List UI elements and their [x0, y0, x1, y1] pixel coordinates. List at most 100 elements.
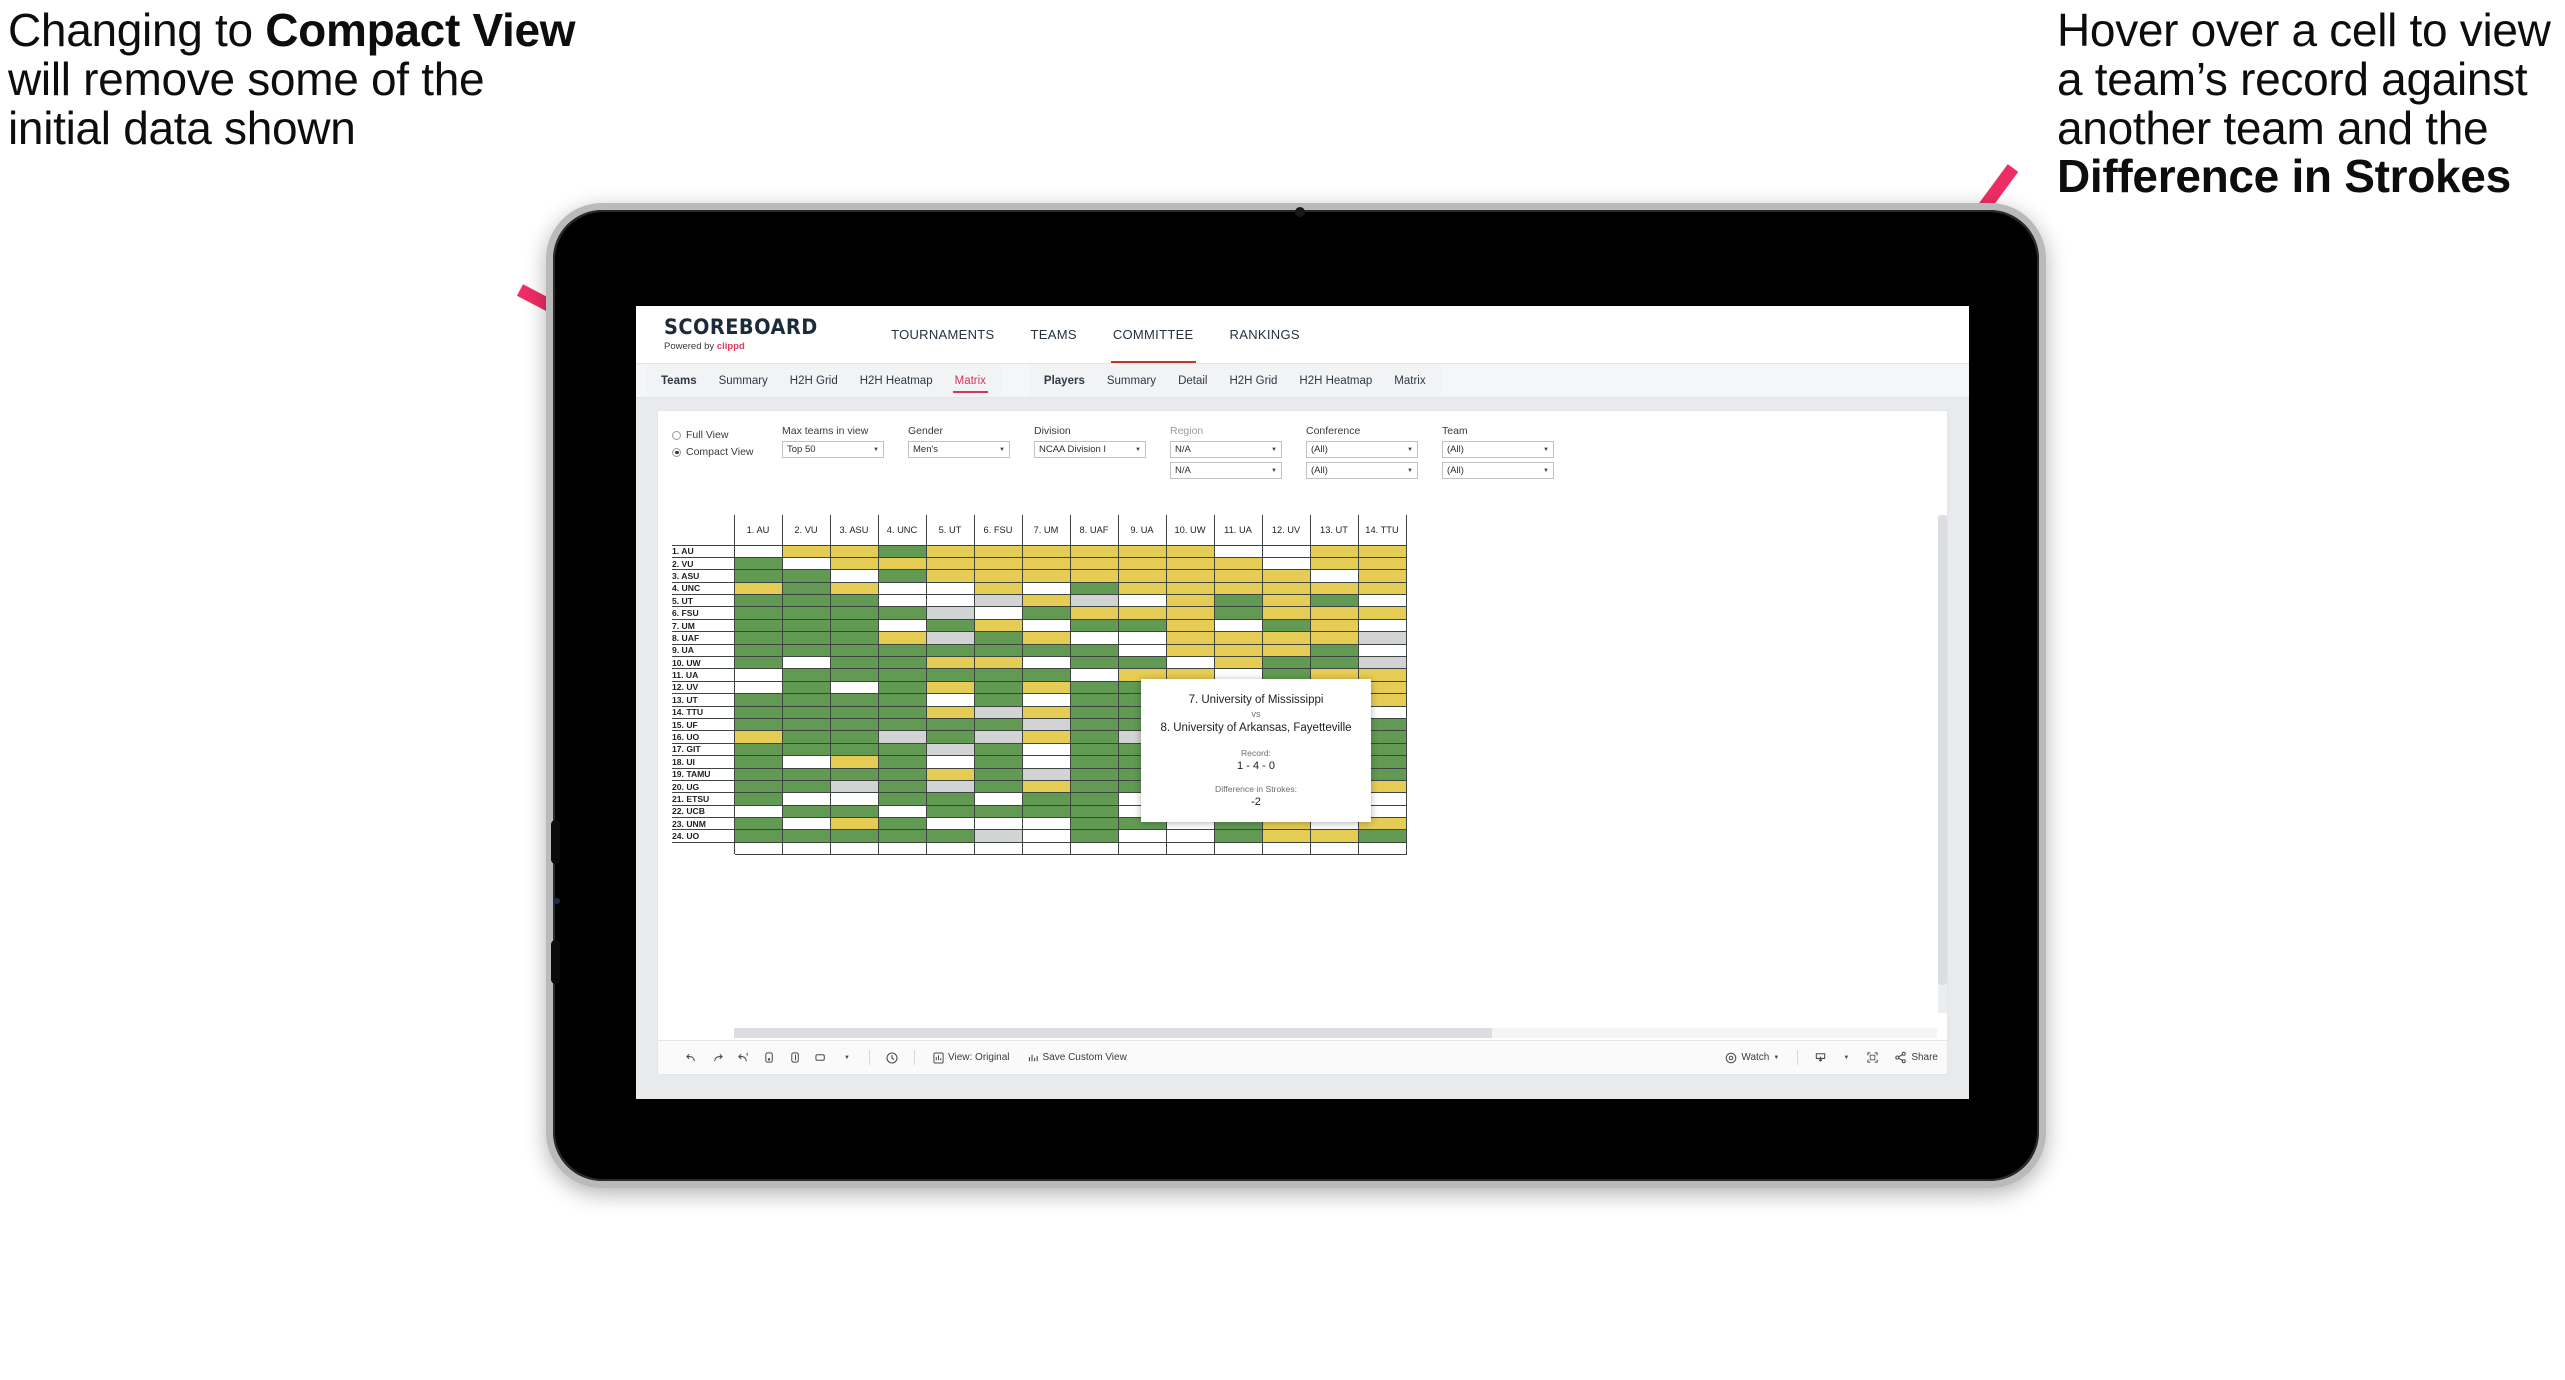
- matrix-cell[interactable]: [1261, 655, 1311, 670]
- matrix-cell[interactable]: [877, 829, 927, 843]
- matrix-col-header[interactable]: 8. UAF: [1069, 515, 1119, 546]
- matrix-col-header[interactable]: 9. UA: [1117, 515, 1167, 546]
- matrix-cell[interactable]: [1261, 544, 1311, 558]
- view-original-button[interactable]: View: Original: [924, 1051, 1019, 1064]
- matrix-cell[interactable]: [973, 693, 1023, 707]
- matrix-cell[interactable]: [877, 817, 927, 831]
- matrix-cell[interactable]: [733, 742, 783, 757]
- matrix-cell[interactable]: [973, 792, 1023, 806]
- matrix-cell[interactable]: [781, 668, 831, 682]
- matrix-cell[interactable]: [829, 705, 879, 719]
- matrix-cell[interactable]: [829, 829, 879, 843]
- matrix-cell[interactable]: [1021, 680, 1071, 695]
- filter-team-select-2[interactable]: (All) ▼: [1442, 462, 1554, 479]
- matrix-cell[interactable]: [1069, 544, 1119, 558]
- subnav-players-detail[interactable]: Detail: [1167, 364, 1218, 397]
- matrix-cell[interactable]: [1165, 569, 1215, 583]
- matrix-row-header[interactable]: 22. UCB: [672, 804, 734, 819]
- matrix-row-header[interactable]: 20. UG: [672, 779, 734, 794]
- matrix-col-header[interactable]: 7. UM: [1021, 515, 1071, 546]
- matrix-cell[interactable]: [973, 767, 1023, 781]
- matrix-cell[interactable]: [877, 792, 927, 806]
- matrix-cell[interactable]: [1165, 594, 1215, 608]
- matrix-cell[interactable]: [877, 668, 927, 682]
- matrix-cell[interactable]: [1309, 606, 1359, 620]
- matrix-cell[interactable]: [925, 730, 975, 744]
- matrix-cell[interactable]: [1021, 779, 1071, 794]
- matrix-cell[interactable]: [829, 556, 879, 571]
- matrix-cell[interactable]: [1357, 581, 1407, 596]
- download-icon[interactable]: [1807, 1041, 1833, 1074]
- matrix-cell[interactable]: [1021, 544, 1071, 558]
- matrix-cell[interactable]: [1261, 829, 1311, 843]
- matrix-col-header[interactable]: 13. UT: [1309, 515, 1359, 546]
- matrix-cell[interactable]: [1309, 581, 1359, 596]
- matrix-cell[interactable]: [1165, 643, 1215, 658]
- matrix-cell[interactable]: [733, 705, 783, 719]
- matrix-cell[interactable]: [733, 717, 783, 732]
- matrix-cell[interactable]: [829, 544, 879, 558]
- matrix-row-header[interactable]: 16. UO: [672, 730, 734, 744]
- filter-conference-select-2[interactable]: (All) ▼: [1306, 462, 1418, 479]
- matrix-cell[interactable]: [829, 606, 879, 620]
- matrix-cell[interactable]: [829, 631, 879, 645]
- matrix-cell[interactable]: [973, 606, 1023, 620]
- matrix-cell[interactable]: [733, 680, 783, 695]
- matrix-cell[interactable]: [925, 717, 975, 732]
- matrix-cell[interactable]: [1069, 594, 1119, 608]
- matrix-cell[interactable]: [1165, 618, 1215, 633]
- matrix-cell[interactable]: [1069, 693, 1119, 707]
- matrix-cell[interactable]: [973, 829, 1023, 843]
- matrix-cell[interactable]: [733, 606, 783, 620]
- matrix-cell[interactable]: [733, 668, 783, 682]
- matrix-cell[interactable]: [1213, 544, 1263, 558]
- matrix-row-header[interactable]: 19. TAMU: [672, 767, 734, 781]
- matrix-cell[interactable]: [1069, 668, 1119, 682]
- matrix-cell[interactable]: [733, 618, 783, 633]
- matrix-cell[interactable]: [1357, 569, 1407, 583]
- matrix-cell[interactable]: [1213, 581, 1263, 596]
- matrix-cell[interactable]: [1069, 730, 1119, 744]
- matrix-row-header[interactable]: 11. UA: [672, 668, 734, 682]
- matrix-cell[interactable]: [829, 643, 879, 658]
- matrix-cell[interactable]: [1309, 618, 1359, 633]
- matrix-row-header[interactable]: 6. FSU: [672, 606, 734, 620]
- matrix-row-header[interactable]: 10. UW: [672, 655, 734, 670]
- matrix-cell[interactable]: [877, 693, 927, 707]
- filter-region-select-1[interactable]: N/A ▼: [1170, 441, 1282, 458]
- matrix-cell[interactable]: [829, 668, 879, 682]
- subnav-teams-h2h-heatmap[interactable]: H2H Heatmap: [849, 364, 944, 397]
- undo-icon[interactable]: [678, 1041, 704, 1074]
- matrix-cell[interactable]: [925, 705, 975, 719]
- matrix-cell[interactable]: [1309, 569, 1359, 583]
- matrix-cell[interactable]: [1117, 606, 1167, 620]
- matrix-row-header[interactable]: 14. TTU: [672, 705, 734, 719]
- matrix-col-header[interactable]: 4. UNC: [877, 515, 927, 546]
- matrix-cell[interactable]: [1021, 569, 1071, 583]
- matrix-cell[interactable]: [829, 779, 879, 794]
- matrix-cell[interactable]: [781, 680, 831, 695]
- matrix-row-header[interactable]: 2. VU: [672, 556, 734, 571]
- matrix-cell[interactable]: [1261, 581, 1311, 596]
- matrix-cell[interactable]: [1069, 631, 1119, 645]
- matrix-cell[interactable]: [733, 693, 783, 707]
- matrix-cell[interactable]: [733, 817, 783, 831]
- matrix-cell[interactable]: [925, 618, 975, 633]
- matrix-cell[interactable]: [1069, 581, 1119, 596]
- matrix-row-header[interactable]: 21. ETSU: [672, 792, 734, 806]
- matrix-cell[interactable]: [877, 618, 927, 633]
- matrix-cell[interactable]: [877, 655, 927, 670]
- matrix-cell[interactable]: [733, 779, 783, 794]
- matrix-row-header[interactable]: 24. UO: [672, 829, 734, 843]
- matrix-cell[interactable]: [1117, 581, 1167, 596]
- matrix-cell[interactable]: [829, 792, 879, 806]
- radio-full-view[interactable]: Full View: [672, 429, 782, 441]
- device-preview-icon[interactable]: [808, 1041, 834, 1074]
- matrix-cell[interactable]: [925, 606, 975, 620]
- matrix-cell[interactable]: [1021, 742, 1071, 757]
- matrix-cell[interactable]: [1165, 829, 1215, 843]
- matrix-cell[interactable]: [1165, 655, 1215, 670]
- matrix-cell[interactable]: [1069, 804, 1119, 819]
- matrix-cell[interactable]: [829, 755, 879, 769]
- matrix-cell[interactable]: [1069, 655, 1119, 670]
